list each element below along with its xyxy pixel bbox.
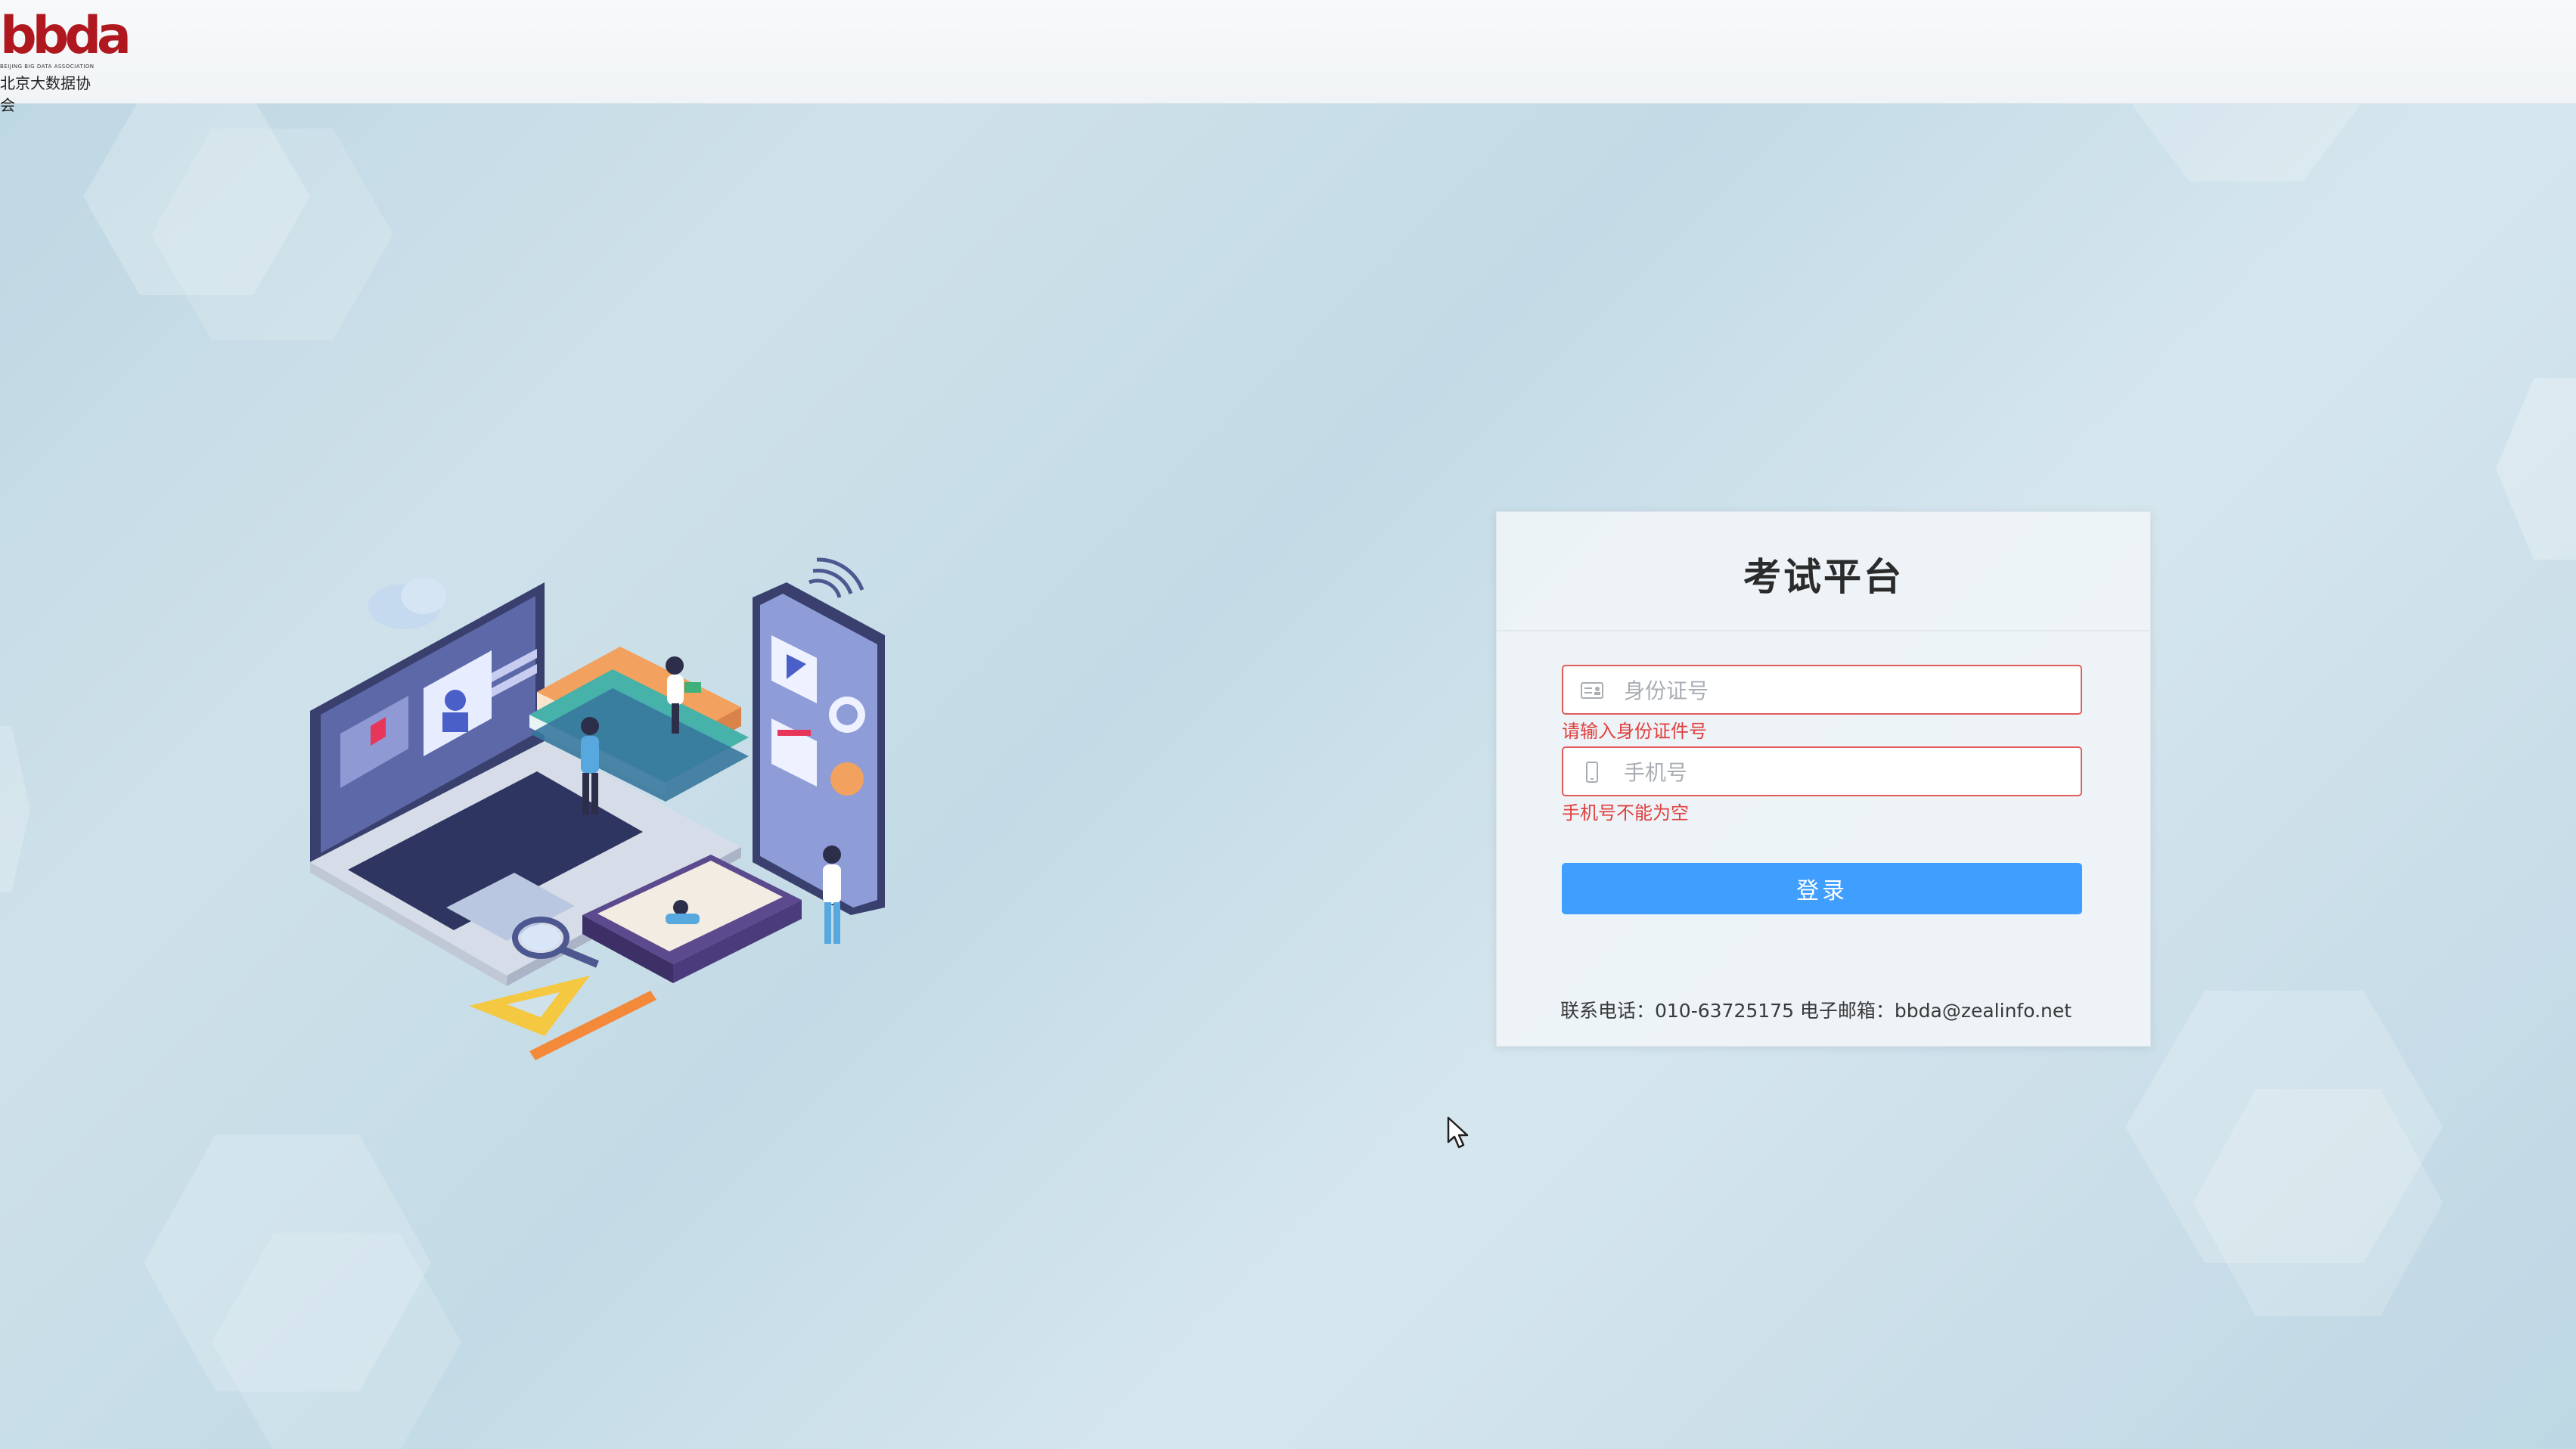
id-number-field[interactable]: [1562, 665, 2082, 715]
phone-error: 手机号不能为空: [1562, 802, 1689, 824]
logo-chinese-name: 北京大数据协会: [0, 74, 91, 114]
bg-hexagon: [0, 726, 30, 892]
id-number-input[interactable]: [1622, 666, 2072, 715]
page-title: 考试平台: [1743, 555, 1904, 599]
login-button[interactable]: 登录: [1562, 863, 2082, 914]
tablet-icon: [753, 582, 885, 915]
bbda-logo[interactable]: bbda BEIJING BIG DATA ASSOCIATION 北京大数据协…: [0, 6, 132, 115]
phone-field[interactable]: [1562, 746, 2082, 796]
bg-hexagon: [2496, 378, 2576, 560]
login-card: 考试平台 请输入身份证件号 手机号不能为空 登录 联系电话：010-637251…: [1496, 511, 2151, 1047]
person-figure: [823, 846, 841, 944]
ruler-icon: [469, 976, 656, 1060]
id-card-icon: [1581, 682, 1603, 699]
mouse-cursor-icon: [1447, 1116, 1469, 1149]
logo-mark: bbda: [0, 6, 132, 66]
contact-info: 联系电话：010-63725175 电子邮箱：bbda@zealinfo.net: [1560, 1000, 2072, 1022]
cloud-icon: [368, 578, 446, 629]
title-divider: [1497, 630, 2150, 631]
top-header: bbda BEIJING BIG DATA ASSOCIATION 北京大数据协…: [0, 0, 2576, 115]
learning-illustration: [310, 557, 885, 1060]
phone-input[interactable]: [1622, 748, 2072, 796]
mobile-phone-icon: [1586, 762, 1598, 783]
wifi-icon: [808, 557, 864, 598]
logo-subtitle: BEIJING BIG DATA ASSOCIATION: [0, 64, 95, 70]
id-number-error: 请输入身份证件号: [1562, 721, 1707, 742]
login-page: bbda BEIJING BIG DATA ASSOCIATION 北京大数据协…: [0, 0, 2576, 1449]
